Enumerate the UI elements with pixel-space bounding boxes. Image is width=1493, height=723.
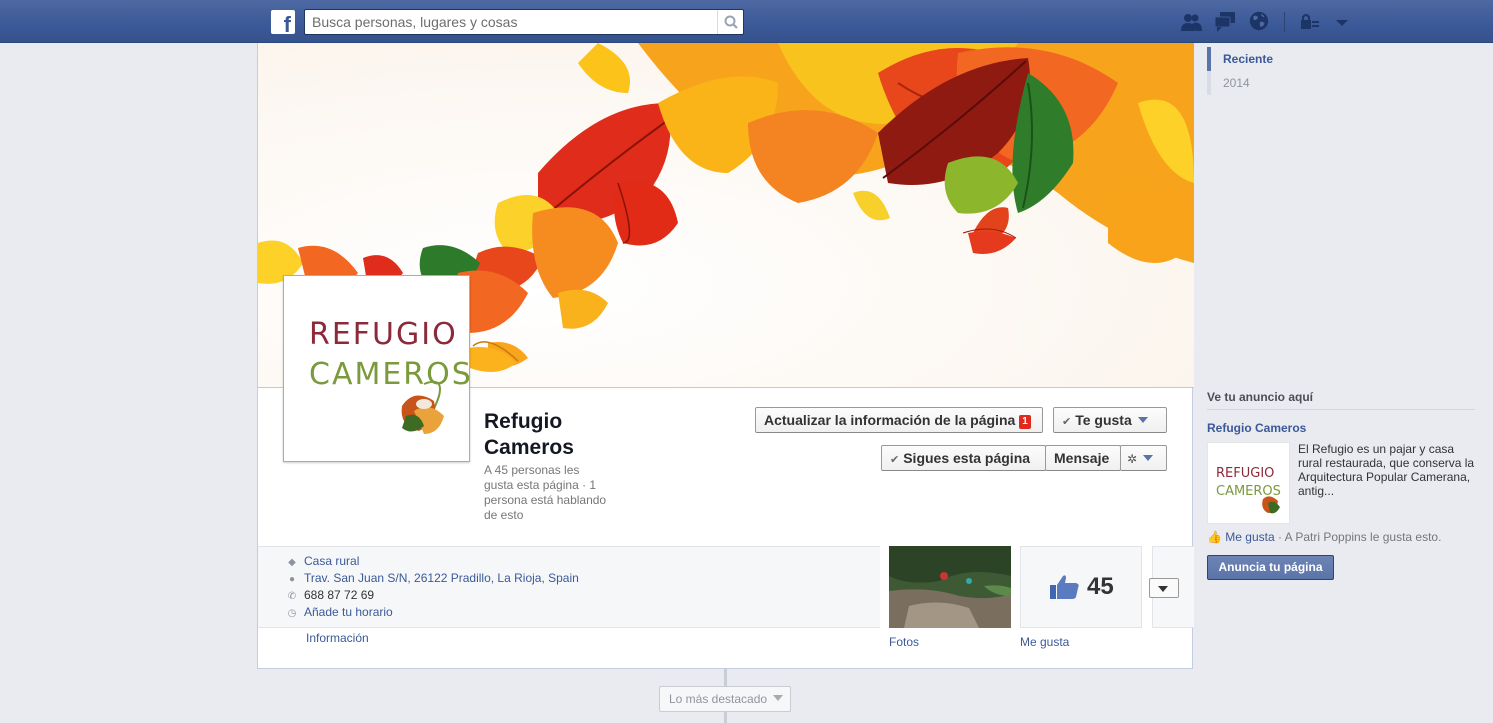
facebook-logo-icon[interactable]: f (271, 10, 295, 34)
promote-page-button[interactable]: Anuncia tu página (1207, 555, 1334, 580)
phone-number: 688 87 72 69 (304, 588, 375, 602)
phone-icon: ✆ (287, 591, 297, 602)
tab-photos[interactable]: Fotos (889, 635, 919, 649)
following-label: Sigues esta página (903, 450, 1031, 466)
ad-title-link[interactable]: Refugio Cameros (1207, 421, 1475, 435)
profile-picture[interactable]: REFUGIO CAMEROS (283, 275, 471, 462)
message-button[interactable]: Mensaje (1045, 445, 1121, 471)
refugio-cameros-logo: REFUGIO CAMEROS (309, 317, 471, 434)
top-navigation-bar: f (0, 0, 1493, 43)
page-title: Refugio Cameros (484, 410, 574, 459)
likes-count: 45 (1087, 573, 1114, 600)
tab-likes[interactable]: Me gusta (1020, 635, 1069, 649)
logo-line2: CAMEROS (309, 357, 469, 392)
year-item-recent[interactable]: Reciente (1207, 47, 1327, 71)
page-about-box: ◆ Casa rural ● Trav. San Juan S/N, 26122 P… (258, 546, 880, 628)
page-settings-button[interactable]: ✲ (1120, 445, 1167, 471)
hours-row: ◷ Añade tu horario (286, 605, 393, 621)
phone-row: ✆ 688 87 72 69 (286, 588, 374, 604)
ad-social-context: 👍 Me gusta · A Patri Poppins le gusta es… (1207, 530, 1477, 544)
tag-icon: ◆ (288, 557, 296, 568)
page-timeline-container: REFUGIO CAMEROS Refugio Cameros A 45 per… (257, 43, 1194, 669)
ad-like-context: · A Patri Poppins le gusta esto. (1274, 530, 1442, 544)
thumbs-up-icon: 👍 (1207, 530, 1222, 544)
update-info-badge: 1 (1019, 415, 1031, 429)
tab-information[interactable]: Información (306, 631, 369, 645)
chevron-down-icon (1158, 586, 1168, 592)
check-icon: ✔ (1062, 416, 1072, 428)
highlights-dropdown[interactable]: Lo más destacado (659, 686, 791, 712)
highlights-label: Lo más destacado (669, 692, 768, 706)
account-menu-caret-icon[interactable] (1330, 11, 1354, 33)
search-button[interactable] (717, 10, 743, 34)
chevron-down-icon (1137, 417, 1148, 423)
address-row: ● Trav. San Juan S/N, 26122 Pradillo, La … (286, 571, 579, 587)
chevron-down-icon (1143, 455, 1154, 461)
friend-requests-icon[interactable] (1179, 11, 1203, 33)
ad-logo-image: REFUGIO CAMEROS (1216, 466, 1281, 514)
gear-icon: ✲ (1127, 452, 1138, 466)
check-icon: ✔ (890, 454, 900, 466)
search-icon (724, 15, 738, 29)
update-page-info-label: Actualizar la información de la página (764, 412, 1016, 428)
ad-description: El Refugio es un pajar y casa rural rest… (1298, 442, 1475, 498)
privacy-lock-icon[interactable] (1298, 11, 1322, 33)
category-link[interactable]: Casa rural (304, 554, 359, 568)
search-box (304, 9, 744, 35)
add-hours-link[interactable]: Añade tu horario (304, 605, 393, 619)
chevron-down-icon (773, 695, 784, 701)
likes-tile[interactable]: 45 (1020, 546, 1142, 628)
liked-label: Te gusta (1075, 412, 1132, 428)
photos-tile[interactable] (889, 546, 1011, 628)
ads-panel: Ve tu anuncio aquí Refugio Cameros REFUG… (1207, 390, 1475, 580)
page-likes-summary: A 45 personas les gusta esta página · 1 … (484, 463, 607, 522)
message-label: Mensaje (1054, 450, 1110, 466)
address-link[interactable]: Trav. San Juan S/N, 26122 Pradillo, La R… (304, 571, 579, 585)
ad-logo-line1: REFUGIO (1216, 466, 1274, 481)
following-page-button[interactable]: ✔ Sigues esta página (881, 445, 1046, 471)
ad-image[interactable]: REFUGIO CAMEROS (1207, 442, 1290, 524)
liked-page-button[interactable]: ✔ Te gusta (1053, 407, 1167, 433)
timeline-year-nav: Reciente 2014 (1207, 47, 1327, 95)
ad-like-link[interactable]: Me gusta (1225, 530, 1274, 544)
topbar-divider (1284, 12, 1285, 32)
location-pin-icon: ● (288, 574, 296, 585)
ads-header: Ve tu anuncio aquí (1207, 390, 1475, 410)
year-item-2014[interactable]: 2014 (1207, 71, 1327, 95)
photos-thumbnail (889, 546, 1011, 628)
search-input[interactable] (305, 10, 719, 34)
category-row: ◆ Casa rural (286, 554, 359, 570)
clock-icon: ◷ (287, 608, 297, 619)
messages-icon[interactable] (1213, 11, 1237, 33)
update-page-info-button[interactable]: Actualizar la información de la página 1 (755, 407, 1043, 433)
more-apps-dropdown[interactable] (1149, 578, 1179, 598)
notifications-globe-icon[interactable] (1247, 10, 1271, 32)
thumbs-up-icon (1050, 575, 1079, 599)
logo-line1: REFUGIO (309, 317, 458, 352)
